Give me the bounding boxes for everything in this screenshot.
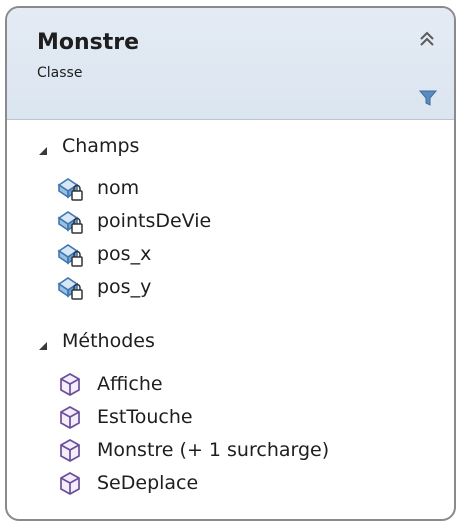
method-icon	[57, 372, 85, 398]
method-label: SeDeplace	[97, 472, 199, 494]
section-methods-header[interactable]: Méthodes	[7, 325, 454, 359]
class-shape[interactable]: Monstre Classe Champs nom pointsDeVie po…	[5, 6, 456, 521]
private-field-icon	[57, 242, 85, 268]
method-item[interactable]: Affiche	[7, 369, 454, 401]
method-label: Affiche	[97, 373, 163, 395]
field-item[interactable]: pos_x	[7, 239, 454, 271]
method-item[interactable]: EstTouche	[7, 402, 454, 434]
private-field-icon	[57, 209, 85, 235]
class-name: Monstre	[37, 30, 140, 55]
field-label: pos_y	[97, 276, 152, 298]
filter-icon[interactable]	[418, 88, 438, 108]
method-label: Monstre (+ 1 surcharge)	[97, 439, 330, 461]
section-fields-label: Champs	[62, 135, 140, 157]
collapse-chevron-icon[interactable]	[414, 26, 440, 52]
private-field-icon	[57, 275, 85, 301]
field-label: pointsDeVie	[97, 210, 212, 232]
method-icon	[57, 405, 85, 431]
field-label: pos_x	[97, 243, 152, 265]
private-field-icon	[57, 176, 85, 202]
class-kind: Classe	[37, 65, 83, 81]
class-header[interactable]: Monstre Classe	[7, 8, 454, 120]
field-label: nom	[97, 177, 140, 199]
section-methods-label: Méthodes	[62, 330, 155, 352]
method-item[interactable]: Monstre (+ 1 surcharge)	[7, 435, 454, 467]
field-item[interactable]: pos_y	[7, 272, 454, 304]
section-fields-header[interactable]: Champs	[7, 130, 454, 164]
field-item[interactable]: nom	[7, 173, 454, 205]
method-item[interactable]: SeDeplace	[7, 468, 454, 500]
method-label: EstTouche	[97, 406, 193, 428]
expanded-triangle-icon[interactable]	[37, 142, 49, 155]
method-icon	[57, 438, 85, 464]
expanded-triangle-icon[interactable]	[37, 337, 49, 350]
field-item[interactable]: pointsDeVie	[7, 206, 454, 238]
method-icon	[57, 471, 85, 497]
